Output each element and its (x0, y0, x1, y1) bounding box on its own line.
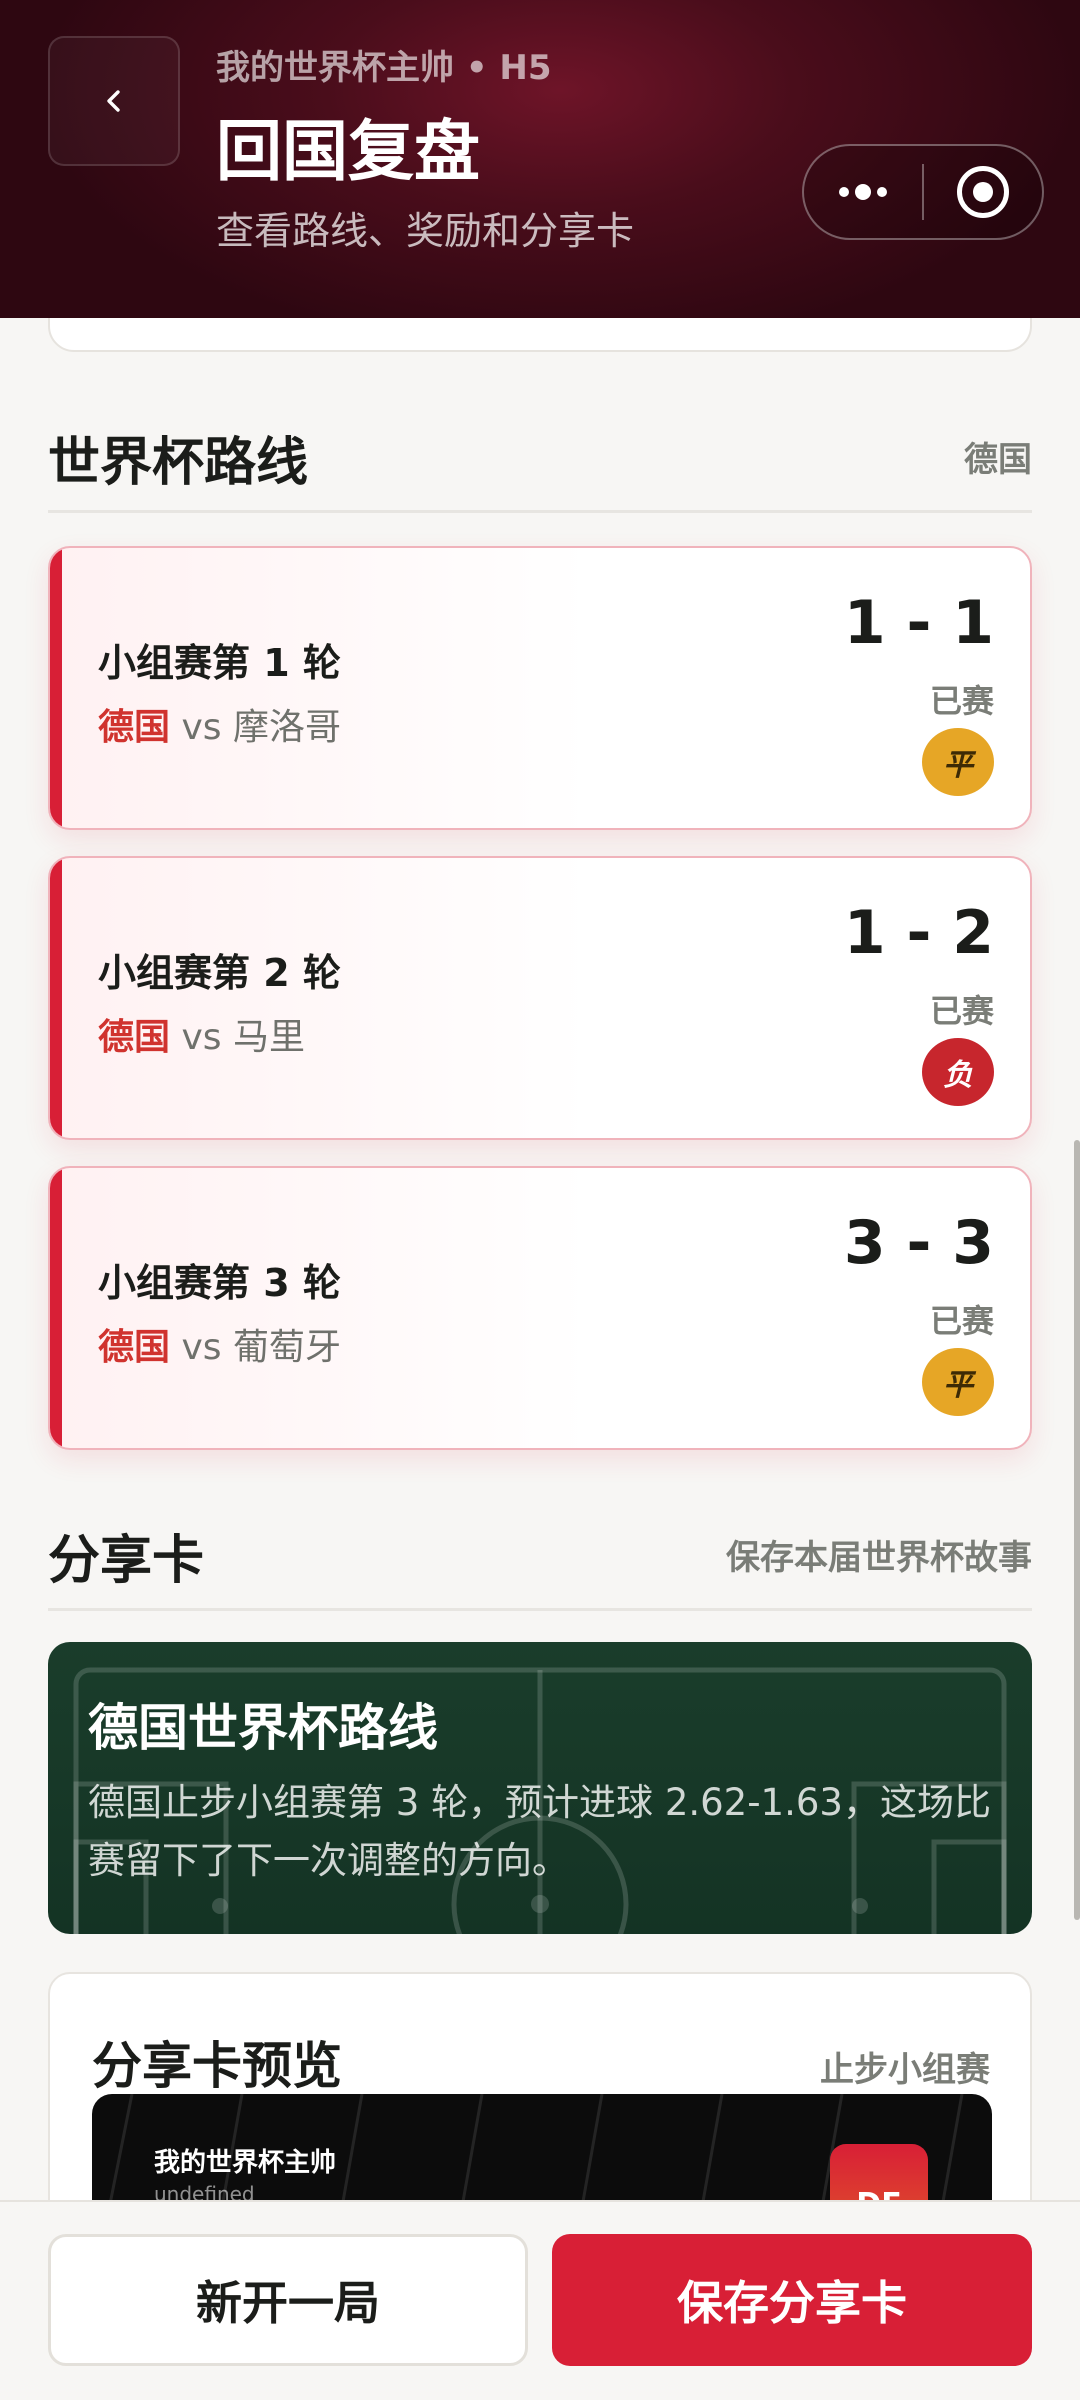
away-team: 马里 (232, 1017, 305, 1058)
match-card[interactable]: 小组赛第 3 轮 德国 vs 葡萄牙 3 - 3 已赛 平 (48, 1166, 1032, 1450)
vs-label: vs (181, 1327, 222, 1368)
result-badge-draw: 平 (922, 1348, 994, 1416)
match-teams: 德国 vs 马里 (98, 1008, 305, 1060)
divider (48, 1608, 1032, 1611)
share-story-banner[interactable]: 德国世界杯路线 德国止步小组赛第 3 轮，预计进球 2.62-1.63，这场比赛… (48, 1642, 1032, 1934)
more-dots-icon (877, 187, 887, 197)
more-button[interactable] (804, 146, 922, 238)
accent-stripe (50, 858, 62, 1138)
save-share-card-button[interactable]: 保存分享卡 (552, 2234, 1032, 2366)
divider (48, 510, 1032, 513)
match-score: 1 - 1 (843, 588, 994, 658)
match-teams: 德国 vs 葡萄牙 (98, 1318, 341, 1370)
page-header: 我的世界杯主帅 • H5 回国复盘 查看路线、奖励和分享卡 (0, 0, 1080, 318)
home-team: 德国 (98, 1327, 171, 1368)
share-section-hint: 保存本届世界杯故事 (726, 1538, 1032, 1578)
accent-stripe (50, 548, 62, 828)
new-game-button[interactable]: 新开一局 (48, 2234, 528, 2366)
match-score: 1 - 2 (843, 898, 994, 968)
page-title: 回国复盘 (216, 113, 480, 190)
match-card[interactable]: 小组赛第 2 轮 德国 vs 马里 1 - 2 已赛 负 (48, 856, 1032, 1140)
match-teams: 德国 vs 摩洛哥 (98, 698, 341, 750)
more-dots-icon (855, 184, 871, 200)
share-banner-title: 德国世界杯路线 (88, 1699, 438, 1757)
match-status: 已赛 (929, 682, 994, 720)
page-subtitle: 查看路线、奖励和分享卡 (216, 209, 635, 253)
match-score: 3 - 3 (843, 1208, 994, 1278)
preview-app-name: 我的世界杯主帅 (154, 2148, 337, 2178)
route-section-title: 世界杯路线 (48, 433, 309, 493)
more-dots-icon (839, 187, 849, 197)
chevron-left-icon (107, 90, 120, 112)
route-team-label: 德国 (964, 440, 1032, 480)
result-badge-draw: 平 (922, 728, 994, 796)
scrollbar[interactable] (1074, 1140, 1080, 1920)
match-round: 小组赛第 3 轮 (98, 1261, 341, 1305)
home-team: 德国 (98, 1017, 171, 1058)
bottom-action-bar: 新开一局 保存分享卡 (0, 2200, 1080, 2400)
match-status: 已赛 (929, 1302, 994, 1340)
match-round: 小组赛第 1 轮 (98, 641, 341, 685)
match-status: 已赛 (929, 992, 994, 1030)
share-section-title: 分享卡 (48, 1531, 205, 1591)
away-team: 摩洛哥 (232, 707, 341, 748)
accent-stripe (50, 1168, 62, 1448)
match-round: 小组赛第 2 轮 (98, 951, 341, 995)
home-team: 德国 (98, 707, 171, 748)
back-button[interactable] (48, 36, 180, 166)
miniprogram-capsule (802, 144, 1044, 240)
match-card[interactable]: 小组赛第 1 轮 德国 vs 摩洛哥 1 - 1 已赛 平 (48, 546, 1032, 830)
app-name-line: 我的世界杯主帅 • H5 (216, 48, 552, 88)
away-team: 葡萄牙 (232, 1327, 341, 1368)
vs-label: vs (181, 707, 222, 748)
preview-stage-label: 止步小组赛 (820, 2050, 990, 2090)
result-badge-loss: 负 (922, 1038, 994, 1106)
share-banner-description: 德国止步小组赛第 3 轮，预计进球 2.62-1.63，这场比赛留下了下一次调整… (88, 1781, 991, 1882)
target-close-icon (957, 166, 1009, 218)
preview-title: 分享卡预览 (92, 2037, 342, 2095)
close-button[interactable] (924, 146, 1042, 238)
vs-label: vs (181, 1017, 222, 1058)
